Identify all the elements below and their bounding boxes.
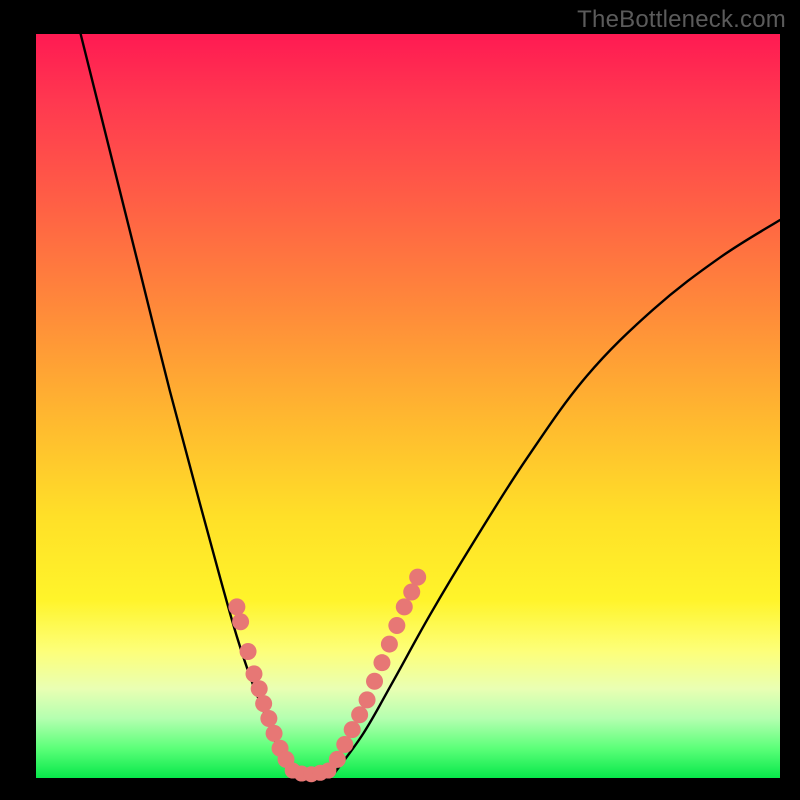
curve-layer bbox=[36, 34, 780, 778]
marker-dot bbox=[255, 695, 272, 712]
plot-area bbox=[36, 34, 780, 778]
marker-dot bbox=[388, 617, 405, 634]
marker-dot bbox=[409, 569, 426, 586]
marker-dot bbox=[381, 636, 398, 653]
marker-dot bbox=[396, 598, 413, 615]
marker-dot bbox=[251, 680, 268, 697]
watermark-text: TheBottleneck.com bbox=[577, 6, 786, 34]
chart-frame: TheBottleneck.com bbox=[0, 0, 800, 800]
marker-dot bbox=[260, 710, 277, 727]
marker-dot bbox=[359, 691, 376, 708]
curve-right-branch bbox=[334, 220, 780, 774]
bottleneck-curve bbox=[81, 34, 780, 774]
marker-dot bbox=[366, 673, 383, 690]
marker-dot bbox=[240, 643, 257, 660]
marker-dot bbox=[329, 751, 346, 768]
marker-dot bbox=[336, 736, 353, 753]
marker-dot bbox=[344, 721, 361, 738]
marker-dot bbox=[245, 665, 262, 682]
marker-dot bbox=[266, 725, 283, 742]
marker-dot bbox=[351, 706, 368, 723]
marker-dot bbox=[232, 613, 249, 630]
marker-dot bbox=[403, 584, 420, 601]
marker-dot bbox=[228, 598, 245, 615]
curve-left-branch bbox=[81, 34, 297, 774]
marker-dot bbox=[373, 654, 390, 671]
